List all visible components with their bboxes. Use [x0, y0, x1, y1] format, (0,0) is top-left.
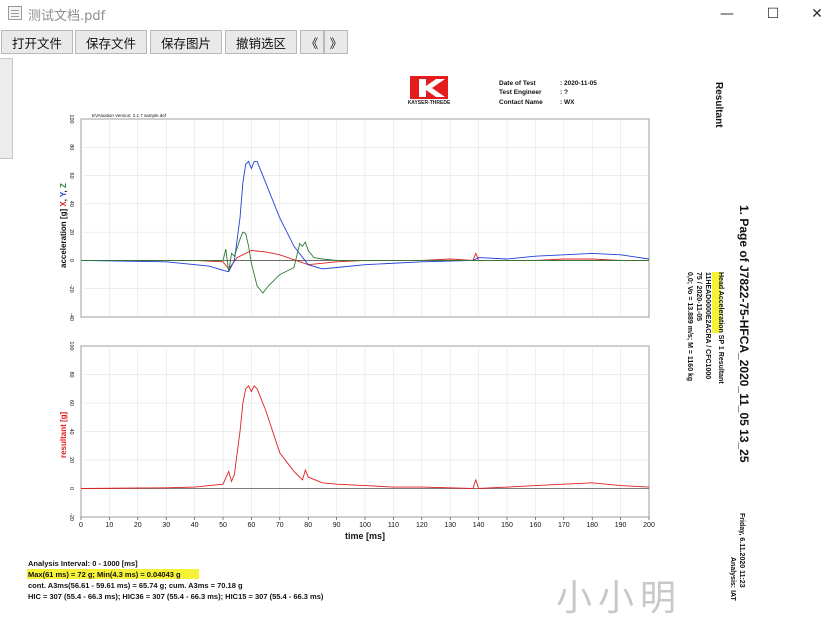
x-tick-label: 160 — [530, 522, 542, 529]
chart2-grid — [80, 345, 650, 518]
svg-text:Head Acceleration SP 1 Resulta: Head Acceleration SP 1 Resultant — [717, 272, 724, 384]
chart2-y-label: resultant [g] — [59, 411, 68, 458]
x-tick-label: 50 — [219, 522, 227, 529]
next-page-button[interactable]: 》 — [324, 30, 348, 54]
resultant-chart: 100806040200-20 0 10 20 30 40 50 60 70 80 90 100 11… — [59, 341, 655, 541]
version-text: EVAluation Version: 2.1.7 sample.def — [92, 113, 167, 118]
analysis-hic: HIC = 307 (55.4 - 66.3 ms); HIC36 = 307 … — [28, 592, 324, 601]
chart2-x-ticks: 0 10 20 30 40 50 60 70 80 90 100 110 120 130 140 150 160… — [79, 517, 655, 529]
channel-meta: Head Acceleration SP 1 Resultant 11HEAD0… — [686, 272, 724, 384]
y-tick-label: 40 — [68, 201, 74, 207]
footer-analysis: Analysis: IAT — [729, 557, 736, 602]
save-file-button[interactable]: 保存文件 — [75, 30, 147, 54]
contact-value: : WX — [560, 99, 575, 106]
contact-label: Contact Name — [499, 99, 543, 106]
x-tick-label: 140 — [473, 522, 485, 529]
y-tick-label: 40 — [68, 428, 74, 434]
resultant-heading: Resultant — [713, 82, 724, 128]
prev-page-button[interactable]: 《 — [300, 30, 324, 54]
analysis-max: Max(61 ms) = 72 g — [28, 570, 93, 579]
chart1-y-ticks: 100 80 60 40 20 0 -20 -40 — [68, 114, 74, 321]
page-title: 1. Page of J7822-75-HFCA_2020_11_05 13_2… — [737, 205, 751, 463]
maximize-button[interactable]: ☐ — [750, 0, 796, 28]
side-panel-toggle[interactable] — [0, 58, 13, 159]
meta-line1-rest: SP 1 Resultant — [717, 333, 724, 385]
kayser-threde-logo: KAYSER-THREDE — [408, 76, 451, 106]
analysis-min: Min(4.3 ms) = 0.04043 g — [97, 570, 181, 579]
chart1-grid — [80, 118, 650, 318]
date-label: Date of Test — [499, 80, 537, 87]
document-page: KAYSER-THREDE Date of Test : 2020-11-05 … — [27, 76, 751, 618]
xyz-acceleration-chart: 100 80 60 40 20 0 -20 -40 acceleration [g] X, Y… — [59, 114, 650, 321]
x-tick-label: 10 — [106, 522, 114, 529]
x-tick-label: 80 — [304, 522, 312, 529]
x-tick-label: 70 — [276, 522, 284, 529]
meta-line4: 0,0; Vo = 13.889 m/s; M = 1160 kg — [686, 272, 693, 381]
x-tick-label: 110 — [388, 522, 399, 529]
undo-selection-button[interactable]: 撤销选区 — [225, 30, 297, 54]
toolbar: 打开文件 保存文件 保存图片 撤销选区 《 》 — [0, 28, 840, 56]
y-tick-label: -40 — [68, 313, 74, 321]
document-icon — [8, 6, 22, 20]
y-tick-label: 100 — [68, 341, 74, 350]
x-tick-label: 130 — [444, 522, 456, 529]
x-tick-label: 30 — [162, 522, 170, 529]
y-tick-label: 20 — [68, 457, 74, 463]
close-icon: ✕ — [811, 6, 823, 22]
maximize-icon: ☐ — [766, 6, 780, 22]
analysis-max-min: Max(61 ms) = 72 g; Min(4.3 ms) = 0.04043… — [28, 570, 181, 579]
x-tick-label: 100 — [359, 522, 371, 529]
chart1-y-label: acceleration [g] X, Y, Z — [59, 183, 68, 268]
x-tick-label: 190 — [615, 522, 627, 529]
analysis-cont: cont. A3ms(56.61 - 59.61 ms) = 65.74 g; … — [28, 581, 243, 590]
y-tick-label: 20 — [68, 229, 74, 235]
minimize-button[interactable]: — — [704, 0, 750, 28]
x-tick-label: 60 — [248, 522, 256, 529]
y-tick-label: 60 — [68, 173, 74, 179]
y-tick-label: -20 — [68, 285, 74, 293]
y-tick-label: 80 — [68, 144, 74, 150]
watermark: 小小明 — [556, 577, 682, 618]
y-tick-label: -20 — [68, 513, 74, 521]
x-tick-label: 40 — [191, 522, 199, 529]
minimize-icon: — — [720, 6, 734, 22]
date-value: : 2020-11-05 — [560, 80, 597, 87]
meta-line3: 75 / 2020-11-05 — [695, 272, 702, 321]
analysis-interval: Analysis Interval: 0 - 1000 [ms] — [28, 559, 138, 568]
title-bar: 测试文档.pdf — ☐ ✕ — [0, 0, 840, 28]
engineer-value: : ? — [560, 89, 568, 96]
x-tick-label: 170 — [558, 522, 570, 529]
save-image-button[interactable]: 保存图片 — [150, 30, 222, 54]
chart2-x-label: time [ms] — [345, 531, 385, 541]
y-tick-label: 80 — [68, 371, 74, 377]
y-tick-label: 0 — [68, 259, 74, 262]
x-tick-label: 20 — [134, 522, 142, 529]
y-tick-label: 0 — [68, 487, 74, 490]
x-tick-label: 150 — [501, 522, 513, 529]
x-tick-label: 0 — [79, 522, 83, 529]
x-tick-label: 200 — [643, 522, 655, 529]
chart2-y-ticks: 100 80 60 40 20 0 -20 — [68, 341, 74, 521]
meta-highlight: Head Acceleration — [717, 272, 724, 333]
engineer-label: Test Engineer — [499, 89, 542, 96]
y-tick-label: 100 — [68, 114, 74, 123]
window-title: 测试文档.pdf — [28, 9, 106, 24]
close-button[interactable]: ✕ — [794, 0, 840, 28]
x-tick-label: 90 — [333, 522, 341, 529]
y-tick-label: 60 — [68, 400, 74, 406]
meta-line2: 11HEAD0000E2ACRA / CFC1000 — [704, 272, 711, 379]
open-file-button[interactable]: 打开文件 — [1, 30, 73, 54]
svg-text:KAYSER-THREDE: KAYSER-THREDE — [408, 100, 451, 106]
footer-date: Friday, 6.11.2020 11:23 — [738, 513, 745, 588]
x-tick-label: 120 — [416, 522, 428, 529]
x-tick-label: 180 — [586, 522, 598, 529]
